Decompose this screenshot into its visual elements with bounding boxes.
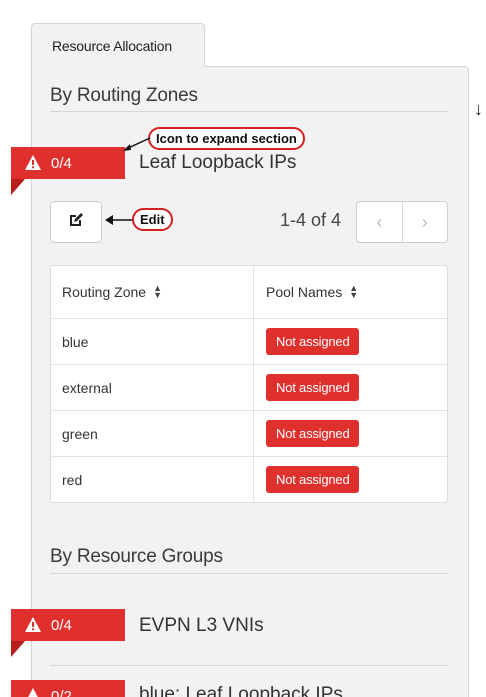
- status-badge: Not assigned: [266, 374, 360, 401]
- column-header-pool-names[interactable]: Pool Names ▲ ▼: [254, 283, 447, 300]
- routing-zone-table: Routing Zone ▲ ▼ Pool Names ▲ ▼ blue Not a…: [50, 265, 448, 503]
- warning-triangle-icon: [25, 617, 41, 636]
- flag-tail: [11, 179, 25, 195]
- callout-edit: Edit: [132, 208, 173, 231]
- section-divider: [50, 665, 448, 666]
- blue-leaf-loopback-count: 0/2: [51, 687, 72, 697]
- table-header: Routing Zone ▲ ▼ Pool Names ▲ ▼: [51, 266, 447, 318]
- leaf-loopback-toggle[interactable]: 0/4: [11, 147, 125, 179]
- column-header-routing-zone[interactable]: Routing Zone ▲ ▼: [51, 266, 254, 318]
- table-row: external Not assigned: [51, 364, 447, 410]
- status-badge: Not assigned: [266, 328, 360, 355]
- section-divider: [50, 573, 448, 574]
- warning-triangle-icon: [25, 155, 41, 174]
- prev-page-button[interactable]: ‹: [357, 202, 402, 242]
- column-label: Pool Names: [266, 284, 343, 300]
- blue-leaf-loopback-toggle[interactable]: 0/2: [11, 680, 125, 697]
- section-title-resource-groups: By Resource Groups: [50, 546, 223, 567]
- routing-zone-cell: green: [51, 411, 254, 456]
- edit-button[interactable]: [50, 201, 102, 243]
- status-badge: Not assigned: [266, 466, 360, 493]
- blue-leaf-loopback-label: blue: Leaf Loopback IPs: [139, 684, 343, 697]
- status-badge: Not assigned: [266, 420, 360, 447]
- routing-zone-cell: red: [51, 457, 254, 502]
- warning-triangle-icon: [25, 688, 41, 697]
- callout-arrow-icon: [105, 215, 133, 225]
- section-divider: [50, 111, 448, 112]
- leaf-loopback-label: Leaf Loopback IPs: [139, 152, 297, 173]
- edit-icon: [68, 212, 84, 233]
- evpn-label: EVPN L3 VNIs: [139, 615, 264, 636]
- table-row: green Not assigned: [51, 410, 447, 456]
- routing-zone-cell: blue: [51, 319, 254, 364]
- routing-zone-cell: external: [51, 365, 254, 410]
- column-label: Routing Zone: [62, 284, 147, 300]
- sort-icon[interactable]: ▲ ▼: [349, 283, 358, 299]
- pagination-range: 1-4 of 4: [280, 210, 342, 230]
- tab-resource-allocation[interactable]: Resource Allocation: [31, 23, 205, 67]
- scroll-down-arrow-icon: ↓: [474, 99, 483, 119]
- callout-arrow-icon: [123, 137, 151, 151]
- sort-icon[interactable]: ▲ ▼: [153, 283, 162, 299]
- callout-expand-section: Icon to expand section: [148, 127, 305, 150]
- evpn-toggle[interactable]: 0/4: [11, 609, 125, 641]
- section-title-routing-zones: By Routing Zones: [50, 85, 198, 106]
- table-row: blue Not assigned: [51, 318, 447, 364]
- table-row: red Not assigned: [51, 456, 447, 502]
- evpn-count: 0/4: [51, 616, 72, 634]
- flag-tail: [11, 641, 25, 657]
- next-page-button[interactable]: ›: [401, 202, 448, 242]
- leaf-loopback-count: 0/4: [51, 154, 72, 172]
- pagination-controls: ‹ ›: [356, 201, 448, 243]
